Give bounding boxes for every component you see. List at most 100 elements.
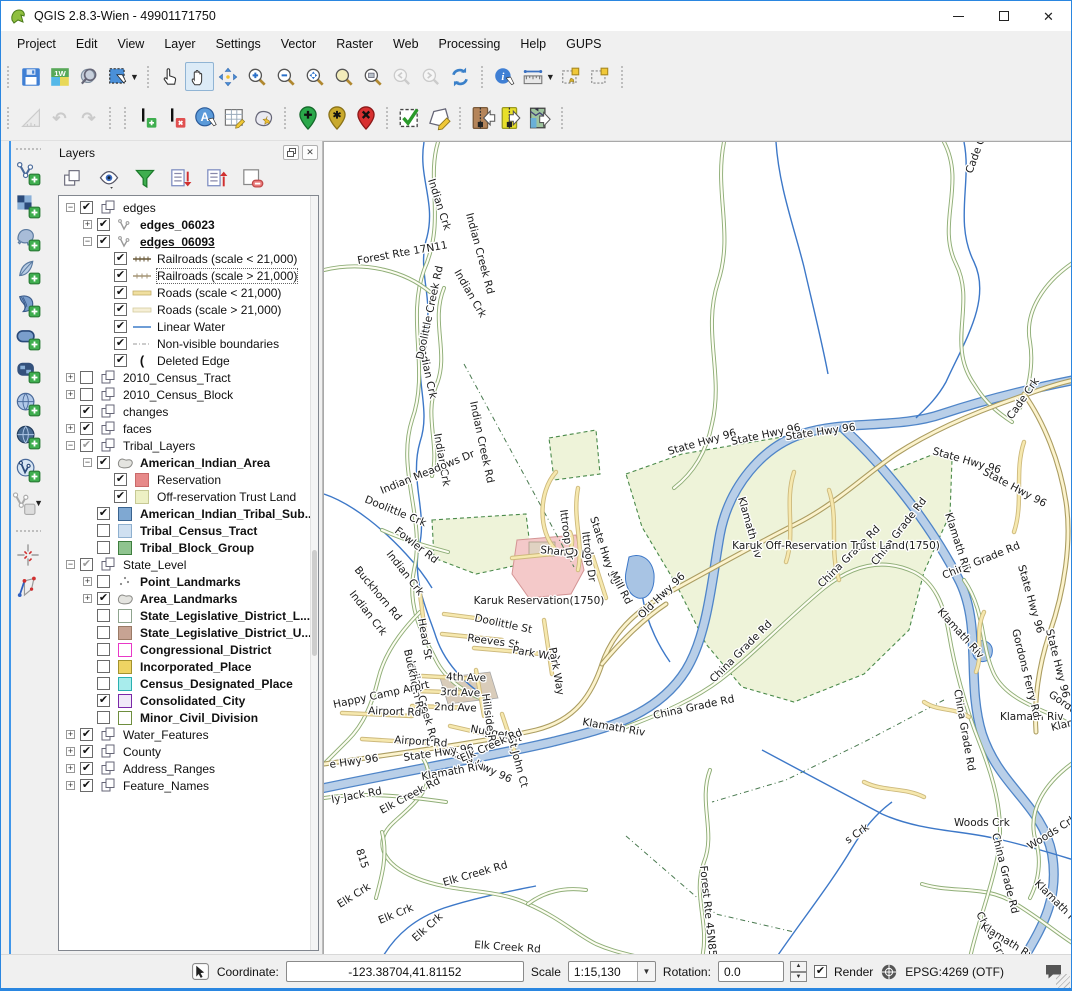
tree-expander[interactable]: + bbox=[83, 220, 92, 229]
topology-edit-button[interactable] bbox=[11, 571, 45, 604]
layer-row-incorporated-place[interactable]: Incorporated_Place bbox=[61, 658, 318, 675]
tree-expander[interactable]: + bbox=[66, 373, 75, 382]
resize-grip[interactable] bbox=[1056, 974, 1070, 988]
layer-visibility-checkbox[interactable]: ✔ bbox=[114, 269, 127, 282]
measure-button[interactable] bbox=[519, 62, 548, 91]
layer-row-tribal-census-tract[interactable]: Tribal_Census_Tract bbox=[61, 522, 318, 539]
tree-expander[interactable]: − bbox=[66, 203, 75, 212]
toolbar-grip[interactable] bbox=[620, 65, 625, 89]
scrollbar-thumb[interactable] bbox=[312, 550, 317, 656]
layer-visibility-checkbox[interactable]: ✔ bbox=[114, 320, 127, 333]
layer-row-edges-06023[interactable]: +✔edges_06023 bbox=[61, 216, 318, 233]
scale-combo[interactable]: 1:15,130▼ bbox=[568, 961, 656, 982]
export-zip-button[interactable] bbox=[497, 104, 526, 133]
layer-visibility-checkbox[interactable] bbox=[97, 660, 110, 673]
tree-expander[interactable]: − bbox=[66, 441, 75, 450]
layer-visibility-checkbox[interactable]: ✔ bbox=[80, 422, 93, 435]
current-edits-button[interactable] bbox=[16, 104, 45, 133]
layer-visibility-checkbox[interactable] bbox=[97, 711, 110, 724]
layer-row-2010-census-tract[interactable]: +2010_Census_Tract bbox=[61, 369, 318, 386]
add-wfs-layer-button[interactable] bbox=[11, 453, 45, 486]
panel-close-button[interactable]: ✕ bbox=[302, 145, 318, 160]
validate-button[interactable] bbox=[395, 104, 424, 133]
menu-settings[interactable]: Settings bbox=[206, 33, 271, 55]
edit-feature-button[interactable] bbox=[249, 104, 278, 133]
touch-tool-button[interactable] bbox=[156, 62, 185, 91]
toolbar-grip[interactable] bbox=[560, 106, 565, 130]
tree-expander[interactable]: − bbox=[66, 560, 75, 569]
layer-visibility-checkbox[interactable]: ✔ bbox=[80, 762, 93, 775]
layer-visibility-checkbox[interactable]: ✔ bbox=[97, 456, 110, 469]
layer-row-congressional-district[interactable]: Congressional_District bbox=[61, 641, 318, 658]
tree-expander[interactable]: + bbox=[66, 764, 75, 773]
add-point-landmark-button[interactable] bbox=[293, 104, 322, 133]
tree-expander[interactable]: − bbox=[83, 237, 92, 246]
collapse-all-button[interactable] bbox=[203, 165, 230, 192]
delete-point-landmark-button[interactable] bbox=[351, 104, 380, 133]
save-project-button[interactable] bbox=[16, 62, 45, 91]
layer-visibility-checkbox[interactable] bbox=[97, 626, 110, 639]
layer-row-non-visible-boundaries[interactable]: ✔Non-visible boundaries bbox=[61, 335, 318, 352]
layer-row-feature-names[interactable]: +✔Feature_Names bbox=[61, 777, 318, 794]
menu-gups[interactable]: GUPS bbox=[556, 33, 611, 55]
add-vector-layer-button[interactable] bbox=[11, 156, 45, 189]
zoom-to-selection-button[interactable] bbox=[330, 62, 359, 91]
zoom-full-button[interactable] bbox=[301, 62, 330, 91]
layer-row-tribal-layers[interactable]: −✔Tribal_Layers bbox=[61, 437, 318, 454]
add-mssql-layer-button[interactable] bbox=[11, 288, 45, 321]
identify-button[interactable]: i bbox=[490, 62, 519, 91]
layer-row-point-landmarks[interactable]: +Point_Landmarks bbox=[61, 573, 318, 590]
layer-row-american-indian-area[interactable]: −✔American_Indian_Area bbox=[61, 454, 318, 471]
zoom-out-button[interactable] bbox=[272, 62, 301, 91]
close-button[interactable]: ✕ bbox=[1026, 1, 1071, 31]
toolbar-grip[interactable] bbox=[15, 147, 41, 152]
add-oracle-layer-button[interactable] bbox=[11, 321, 45, 354]
layers-scrollbar[interactable] bbox=[310, 196, 318, 950]
render-checkbox[interactable]: ✔ bbox=[814, 965, 827, 978]
tree-expander[interactable]: + bbox=[66, 781, 75, 790]
layer-visibility-checkbox[interactable]: ✔ bbox=[80, 745, 93, 758]
menu-processing[interactable]: Processing bbox=[429, 33, 511, 55]
crs-label[interactable]: EPSG:4269 (OTF) bbox=[905, 965, 1004, 979]
cad-tools-button[interactable] bbox=[11, 538, 45, 571]
minimize-button[interactable] bbox=[936, 1, 981, 31]
layer-row-deleted-edge[interactable]: ✔(Deleted Edge bbox=[61, 352, 318, 369]
tree-expander[interactable]: + bbox=[66, 390, 75, 399]
filter-legend-button[interactable] bbox=[131, 165, 158, 192]
zoom-to-layer-button[interactable] bbox=[359, 62, 388, 91]
layer-visibility-checkbox[interactable]: ✔ bbox=[97, 694, 110, 707]
layer-row-reservation[interactable]: ✔Reservation bbox=[61, 471, 318, 488]
layer-row-state-legislative-district-u[interactable]: State_Legislative_District_U... bbox=[61, 624, 318, 641]
layer-visibility-checkbox[interactable] bbox=[80, 371, 93, 384]
menu-help[interactable]: Help bbox=[510, 33, 556, 55]
expand-all-button[interactable] bbox=[167, 165, 194, 192]
layer-visibility-checkbox[interactable]: ✔ bbox=[114, 252, 127, 265]
panel-float-button[interactable] bbox=[283, 145, 299, 160]
scale-combo-caret[interactable]: ▼ bbox=[637, 962, 655, 981]
layer-row-state-legislative-district-l[interactable]: State_Legislative_District_L... bbox=[61, 607, 318, 624]
show-bookmarks-button[interactable] bbox=[586, 62, 615, 91]
layer-row-edges-06093[interactable]: −✔edges_06093 bbox=[61, 233, 318, 250]
toolbar-grip[interactable] bbox=[6, 65, 11, 89]
edit-geometry-button[interactable] bbox=[424, 104, 453, 133]
layer-visibility-checkbox[interactable] bbox=[97, 609, 110, 622]
layer-visibility-checkbox[interactable]: ✔ bbox=[114, 490, 127, 503]
layer-row-faces[interactable]: +✔faces bbox=[61, 420, 318, 437]
layer-row-roads-scale-21-000[interactable]: ✔Roads (scale < 21,000) bbox=[61, 284, 318, 301]
layer-visibility-checkbox[interactable]: ✔ bbox=[114, 354, 127, 367]
layer-visibility-checkbox[interactable]: ✔ bbox=[80, 728, 93, 741]
rotation-down-button[interactable]: ▼ bbox=[790, 972, 807, 983]
remove-layer-button[interactable] bbox=[239, 165, 266, 192]
refresh-button[interactable] bbox=[446, 62, 475, 91]
add-edge-button[interactable] bbox=[133, 104, 162, 133]
layer-row-roads-scale-21-000[interactable]: ✔Roads (scale > 21,000) bbox=[61, 301, 318, 318]
layer-row-water-features[interactable]: +✔Water_Features bbox=[61, 726, 318, 743]
gups-map-button[interactable]: 1W bbox=[45, 62, 74, 91]
tree-expander[interactable]: + bbox=[83, 577, 92, 586]
layer-row-railroads-scale-21-000[interactable]: ✔Railroads (scale < 21,000) bbox=[61, 250, 318, 267]
pan-to-selection-button[interactable] bbox=[214, 62, 243, 91]
layer-visibility-checkbox[interactable]: ✔ bbox=[80, 779, 93, 792]
toolbar-grip[interactable] bbox=[6, 106, 11, 130]
layer-row-railroads-scale-21-000[interactable]: ✔Railroads (scale > 21,000) bbox=[61, 267, 318, 284]
layer-visibility-checkbox[interactable] bbox=[97, 677, 110, 690]
